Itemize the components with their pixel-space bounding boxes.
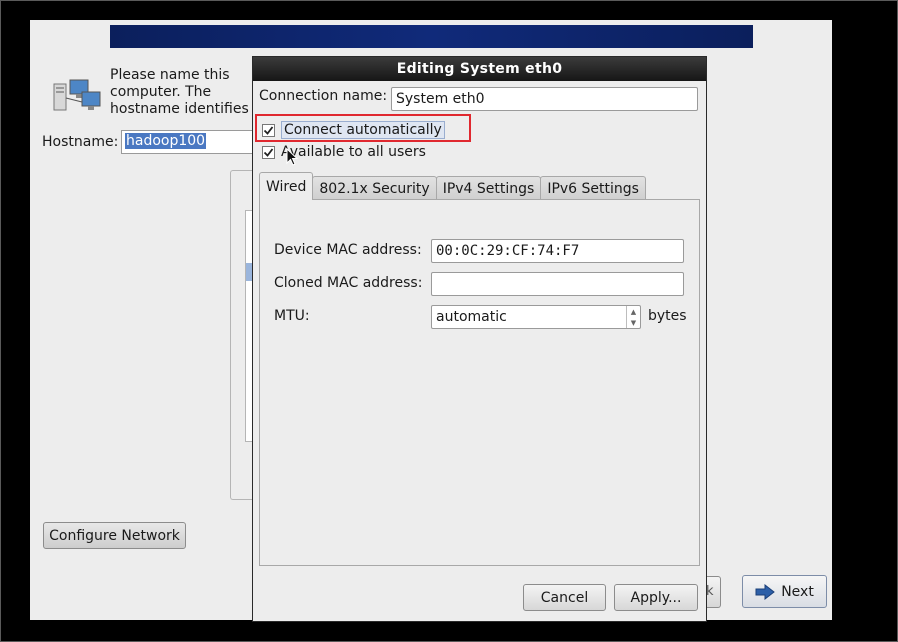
available-to-all-users-checkbox[interactable] [262, 145, 275, 159]
apply-button[interactable]: Apply... [614, 584, 698, 611]
next-button[interactable]: Next [742, 575, 827, 608]
mtu-spinner[interactable]: ▲ ▼ [626, 306, 640, 328]
cancel-button[interactable]: Cancel [523, 584, 606, 611]
tab-ipv4-settings[interactable]: IPv4 Settings [435, 176, 542, 200]
connect-automatically-label: Connect automatically [281, 121, 445, 139]
checkmark-icon [263, 147, 274, 157]
checkmark-icon [263, 125, 274, 135]
tab-ipv6-settings[interactable]: IPv6 Settings [540, 176, 646, 200]
dialog-title: Editing System eth0 [253, 57, 706, 81]
mtu-label: MTU: [274, 308, 310, 324]
available-to-all-users-label: Available to all users [281, 144, 426, 160]
connect-automatically-row[interactable]: Connect automatically [262, 121, 445, 139]
cloned-mac-input[interactable] [431, 272, 684, 296]
mtu-unit-label: bytes [648, 308, 687, 324]
installer-banner [110, 25, 753, 48]
next-label: Next [781, 583, 814, 600]
connection-name-value: System eth0 [396, 91, 485, 107]
connection-name-row: Connection name: [259, 88, 387, 104]
spin-down-icon[interactable]: ▼ [627, 317, 640, 328]
settings-tabs: Wired 802.1x Security IPv4 Settings IPv6… [259, 172, 646, 200]
hostname-intro-text: Please name this computer. The hostname … [110, 67, 249, 119]
connection-name-label: Connection name: [259, 88, 388, 104]
back-button[interactable]: k [706, 576, 721, 608]
connection-name-input[interactable]: System eth0 [391, 87, 698, 111]
edit-connection-dialog: Editing System eth0 Connection name: Sys… [252, 56, 707, 622]
spin-up-icon[interactable]: ▲ [627, 306, 640, 317]
device-mac-input[interactable]: 00:0C:29:CF:74:F7 [431, 239, 684, 263]
hostname-value: hadoop100 [125, 133, 207, 149]
wired-tab-panel: Device MAC address: 00:0C:29:CF:74:F7 Cl… [259, 199, 700, 566]
connect-automatically-checkbox[interactable] [262, 123, 275, 137]
device-mac-value: 00:0C:29:CF:74:F7 [436, 243, 580, 259]
tab-8021x-security[interactable]: 802.1x Security [312, 176, 437, 200]
cloned-mac-label: Cloned MAC address: [274, 275, 423, 291]
mouse-pointer-icon [286, 148, 298, 166]
configure-network-button[interactable]: Configure Network [43, 522, 186, 549]
mtu-value: automatic [436, 309, 507, 325]
tab-wired[interactable]: Wired [259, 172, 314, 200]
hostname-input[interactable]: hadoop100 [121, 130, 261, 154]
hostname-label: Hostname: [42, 134, 119, 150]
mtu-spin-input[interactable]: automatic ▲ ▼ [431, 305, 641, 329]
arrow-right-icon [755, 583, 776, 600]
device-mac-label: Device MAC address: [274, 242, 422, 258]
network-computers-icon [53, 79, 101, 111]
